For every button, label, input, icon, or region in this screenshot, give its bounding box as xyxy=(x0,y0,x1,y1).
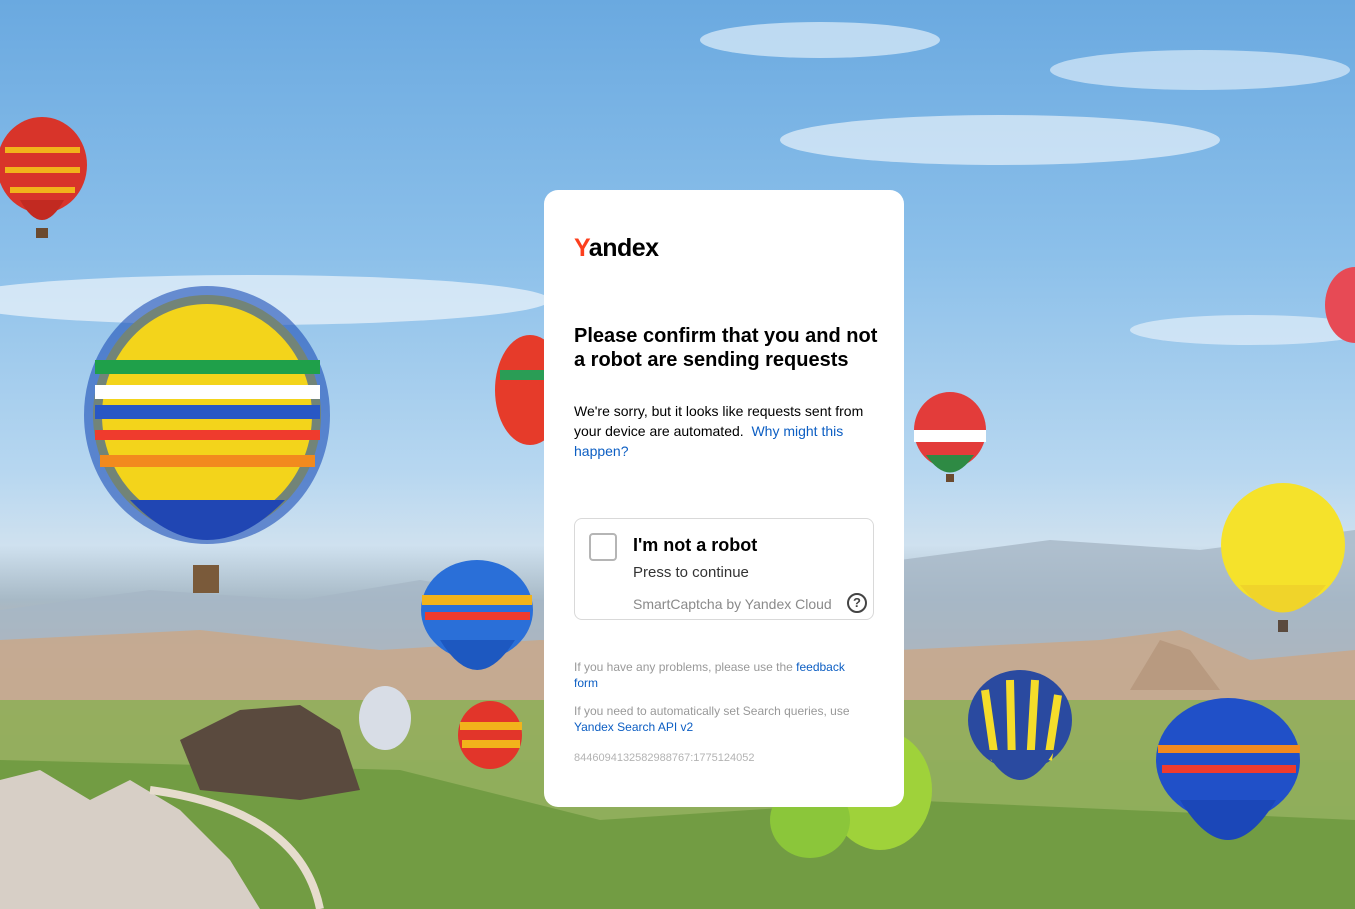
captcha-card: Yandex Please confirm that you and not a… xyxy=(544,190,904,807)
help-icon[interactable]: ? xyxy=(847,593,867,613)
captcha-subtitle: Press to continue xyxy=(633,564,749,581)
not-a-robot-checkbox[interactable] xyxy=(589,533,617,561)
yandex-logo: Yandex xyxy=(574,234,659,262)
captcha-title: I'm not a robot xyxy=(633,535,758,555)
request-id: 8446094132582988767:1775124052 xyxy=(574,752,755,764)
feedback-note: If you have any problems, please use the… xyxy=(574,660,845,690)
smartcaptcha-widget[interactable]: I'm not a robot Press to continue SmartC… xyxy=(574,518,874,620)
captcha-brand: SmartCaptcha by Yandex Cloud xyxy=(633,596,832,612)
page-title: Please confirm that you and not a robot … xyxy=(574,325,878,371)
search-api-note: If you need to automatically set Search … xyxy=(574,704,850,734)
description-text: We're sorry, but it looks like requests … xyxy=(574,403,864,459)
search-api-link[interactable]: Yandex Search API v2 xyxy=(574,720,693,734)
